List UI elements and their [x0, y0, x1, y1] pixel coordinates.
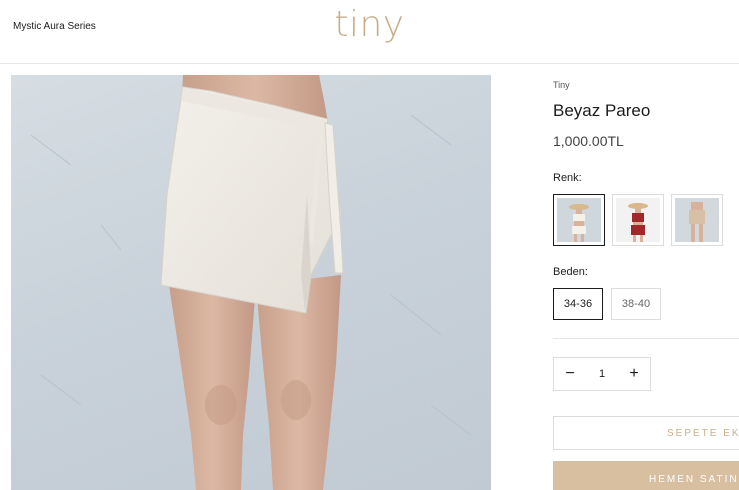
color-swatch-beige-set[interactable] [671, 194, 723, 246]
site-header: Mystic Aura Series tiny [0, 0, 739, 64]
product-image[interactable] [11, 75, 491, 490]
quantity-decrease-button[interactable]: − [554, 358, 586, 390]
product-vendor[interactable]: Tiny [553, 80, 570, 90]
buy-now-button[interactable]: HEMEN SATIN [553, 461, 739, 490]
divider [553, 338, 739, 339]
product-title: Beyaz Pareo [553, 101, 651, 120]
size-option-38-40[interactable]: 38-40 [611, 288, 661, 320]
red-set-thumbnail [616, 198, 660, 242]
quantity-value[interactable]: 1 [586, 358, 618, 390]
color-option-label: Renk: [553, 172, 582, 184]
size-option-label: Beden: [553, 266, 588, 278]
beige-set-thumbnail [675, 198, 719, 242]
white-set-thumbnail [557, 198, 601, 242]
product-photo [30, 75, 472, 490]
color-swatch-white-set[interactable] [553, 194, 605, 246]
product-price: 1,000.00TL [553, 133, 624, 149]
color-swatch-red-set[interactable] [612, 194, 664, 246]
add-to-cart-button[interactable]: SEPETE EK [553, 416, 739, 450]
size-option-34-36[interactable]: 34-36 [553, 288, 603, 320]
site-logo[interactable]: tiny [0, 4, 739, 45]
quantity-stepper: − 1 + [553, 357, 651, 391]
quantity-increase-button[interactable]: + [618, 358, 650, 390]
